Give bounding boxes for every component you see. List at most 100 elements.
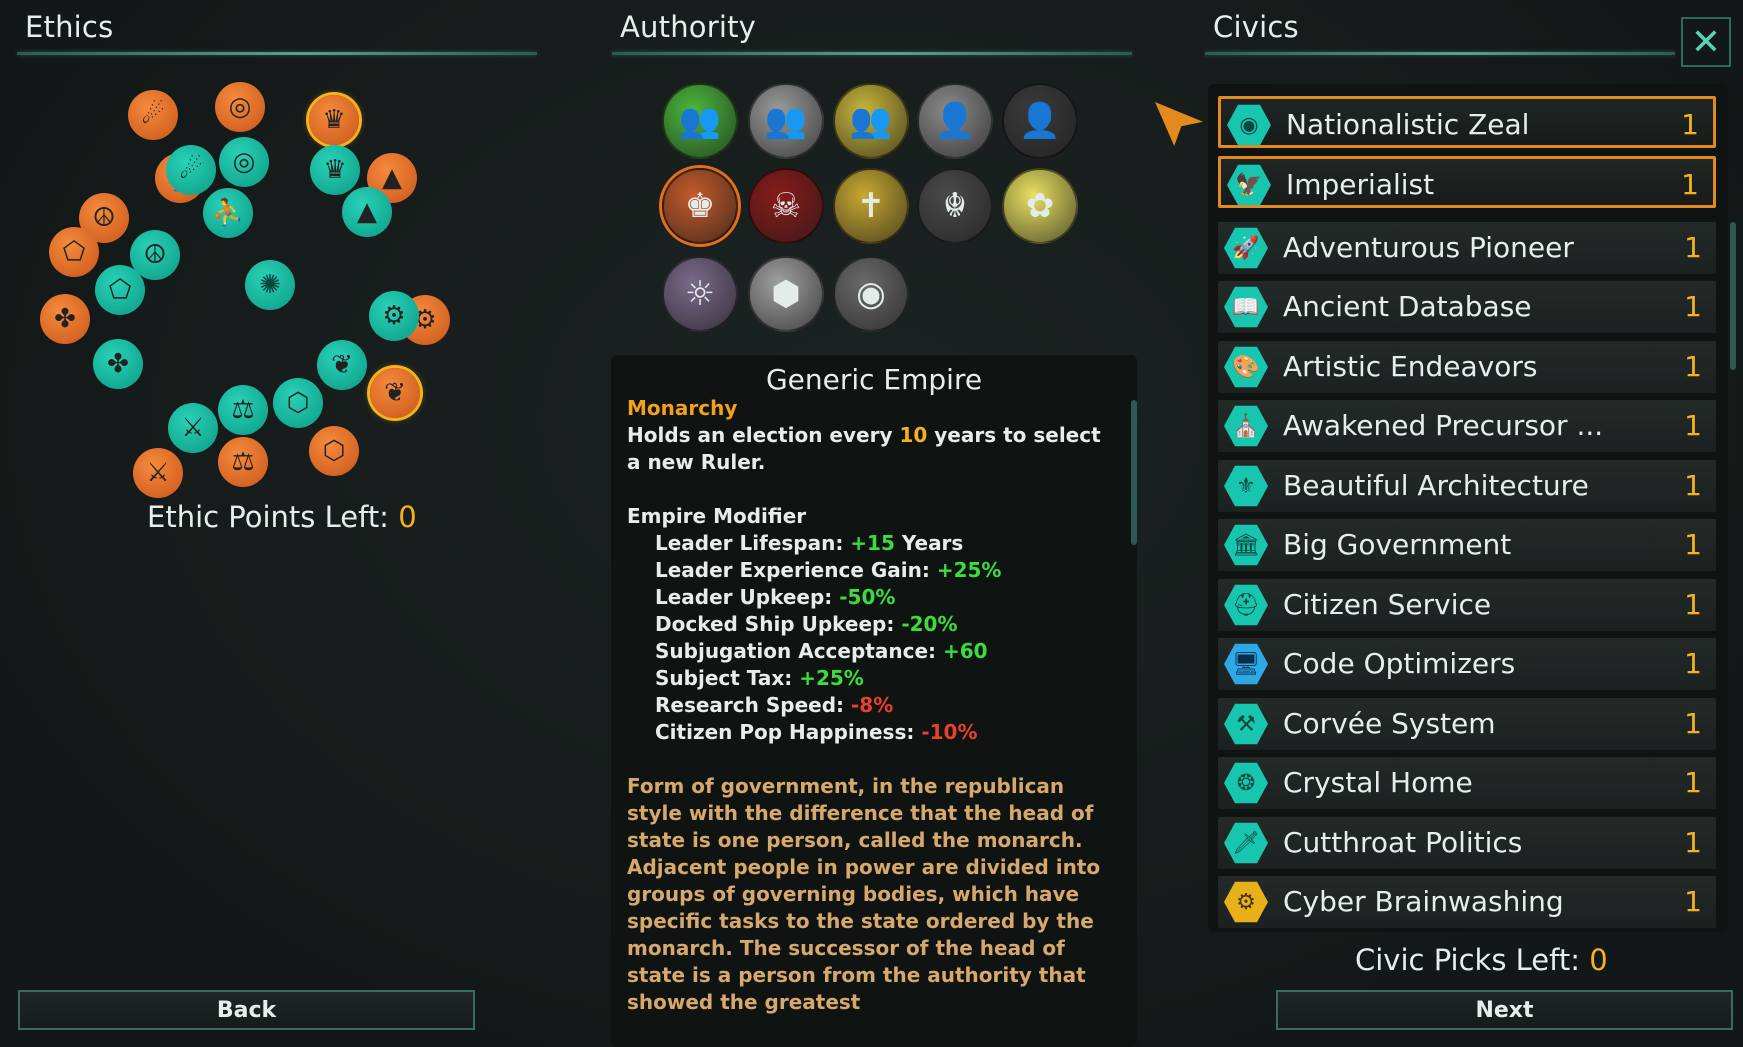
civic-cost: 1 [1684, 647, 1702, 680]
authority-democratic-icon[interactable]: 👥 [662, 83, 738, 159]
empire-name: Generic Empire [765, 363, 983, 396]
civic-icon: ⛪ [1224, 405, 1268, 447]
civic-cost: 1 [1684, 885, 1702, 918]
ethic-fanatic-circle-icon[interactable]: ◎ [215, 82, 265, 132]
modifier-label: Leader Lifespan: [655, 531, 851, 555]
ethic-circle-icon[interactable]: ◎ [219, 137, 269, 187]
ethic-fanatic-triad-icon[interactable]: ✤ [40, 294, 90, 344]
ethic-fanatic-tree-icon[interactable]: ❦ [370, 368, 420, 418]
civic-item[interactable]: 🚀 Adventurous Pioneer 1 [1218, 222, 1716, 274]
civic-icon: ⚙ [1224, 881, 1268, 923]
ethic-fanatic-gestalt-icon[interactable]: ⬡ [309, 426, 359, 476]
modifier-row: Citizen Pop Happiness: -10% [627, 719, 1107, 746]
civic-icon: ⛑ [1224, 584, 1268, 626]
civic-item[interactable]: ⛑ Citizen Service 1 [1218, 579, 1716, 631]
civic-icon: ◉ [1227, 104, 1271, 146]
authority-name: Monarchy [627, 396, 738, 420]
authority-theocracy-icon[interactable]: ✝ [833, 168, 909, 244]
civic-item[interactable]: ⚒ Corvée System 1 [1218, 698, 1716, 750]
summary-pre: Holds an election every [627, 423, 900, 447]
modifier-title: Empire Modifier [627, 504, 807, 528]
civic-name: Ancient Database [1283, 290, 1532, 323]
civic-cost: 1 [1684, 588, 1702, 621]
ethic-fanatic-torch-icon[interactable]: ☄ [128, 90, 178, 140]
ethic-fanatic-authoritarian-icon[interactable]: ♛ [309, 95, 359, 145]
authority-info-panel: Generic Empire Monarchy Holds an electio… [611, 355, 1137, 1047]
authority-oligarchic-icon[interactable]: 👥 [748, 83, 824, 159]
modifier-label: Subjugation Acceptance: [655, 639, 943, 663]
ethic-authoritarian-icon[interactable]: ♛ [310, 145, 360, 195]
modifier-row: Leader Upkeep: -50% [627, 584, 1107, 611]
authority-frogs-icon[interactable]: ✿ [1002, 168, 1078, 244]
ethic-materialist-icon[interactable]: ⚙ [369, 291, 419, 341]
ethic-militarist-icon[interactable]: ⚔ [168, 403, 218, 453]
ethic-xenophobe-icon[interactable]: ▲ [342, 187, 392, 237]
modifier-label: Leader Upkeep: [655, 585, 840, 609]
civic-item[interactable]: 🗡 Cutthroat Politics 1 [1218, 817, 1716, 869]
modifier-value: +60 [942, 639, 988, 663]
civic-item[interactable]: ◉ Nationalistic Zeal 1 [1218, 96, 1716, 148]
info-scrollbar[interactable] [1131, 400, 1137, 545]
civic-icon: ❂ [1224, 762, 1268, 804]
civic-cost: 1 [1684, 290, 1702, 323]
civic-icon: 🚀 [1224, 227, 1268, 269]
civic-item[interactable]: 🖥 Code Optimizers 1 [1218, 638, 1716, 690]
authority-cult-icon[interactable]: ☬ [917, 168, 993, 244]
civics-scrollbar[interactable] [1730, 222, 1736, 370]
ethic-fanatic-xenophile-icon[interactable]: ⬠ [49, 227, 99, 277]
modifier-suffix: Years [894, 531, 964, 555]
ethic-fanatic-egalitarian-icon[interactable]: ⚖ [218, 437, 268, 487]
civic-name: Adventurous Pioneer [1283, 231, 1574, 264]
civic-cost: 1 [1684, 528, 1702, 561]
civic-picks-label: Civic Picks Left: [1355, 943, 1580, 977]
authority-corporate-icon[interactable]: 👤 [1002, 83, 1078, 159]
civic-icon: 🏛 [1224, 524, 1268, 566]
next-button[interactable]: Next [1276, 990, 1733, 1030]
ethic-egalitarian-icon[interactable]: ⚖ [218, 385, 268, 435]
civic-name: Artistic Endeavors [1283, 350, 1538, 383]
civic-item[interactable]: ⛪ Awakened Precursor ... 1 [1218, 400, 1716, 452]
authority-imperial-icon[interactable]: 👤 [917, 83, 993, 159]
ethic-gestalt-icon[interactable]: ⬡ [273, 378, 323, 428]
civic-item[interactable]: 🦅 Imperialist 1 [1218, 156, 1716, 208]
authority-death-icon[interactable]: ☠ [748, 168, 824, 244]
civic-item[interactable]: ❂ Crystal Home 1 [1218, 757, 1716, 809]
civic-icon: 🖥 [1224, 643, 1268, 685]
authority-monarchy-icon[interactable]: ♚ [662, 168, 738, 244]
ethic-spiritualist-icon[interactable]: ⛹ [203, 188, 253, 238]
modifier-value: -10% [921, 720, 978, 744]
civic-name: Crystal Home [1283, 766, 1473, 799]
back-button[interactable]: Back [18, 990, 475, 1030]
civic-cost: 1 [1684, 826, 1702, 859]
civic-item[interactable]: ⚜ Beautiful Architecture 1 [1218, 460, 1716, 512]
ethic-points-left: Ethic Points Left: 0 [147, 500, 417, 534]
ethic-triad-icon[interactable]: ✤ [93, 339, 143, 389]
close-button[interactable]: ✕ [1681, 17, 1731, 67]
modifier-label: Subject Tax: [655, 666, 800, 690]
ethic-points-value: 0 [398, 500, 417, 534]
civic-icon: 🦅 [1227, 164, 1271, 206]
authority-council-icon[interactable]: ☼ [662, 256, 738, 332]
ethic-tree-icon[interactable]: ❦ [317, 340, 367, 390]
authority-machine-icon[interactable]: ◉ [833, 256, 909, 332]
civic-cost: 1 [1681, 168, 1699, 201]
civic-name: Awakened Precursor ... [1283, 409, 1604, 442]
civic-item[interactable]: 📖 Ancient Database 1 [1218, 281, 1716, 333]
civic-name: Nationalistic Zeal [1286, 108, 1530, 141]
civic-item[interactable]: 🏛 Big Government 1 [1218, 519, 1716, 571]
civic-name: Cyber Brainwashing [1283, 885, 1564, 918]
ethics-header-line [17, 52, 537, 55]
ethic-torch-icon[interactable]: ☄ [166, 145, 216, 195]
civic-cost: 1 [1684, 766, 1702, 799]
authority-dictatorial-icon[interactable]: 👥 [833, 83, 909, 159]
civic-item[interactable]: 🎨 Artistic Endeavors 1 [1218, 341, 1716, 393]
ethic-fanatic-militarist-icon[interactable]: ⚔ [133, 448, 183, 498]
modifier-value: -50% [839, 585, 896, 609]
summary-years: 10 [899, 423, 928, 447]
civic-item[interactable]: ⚙ Cyber Brainwashing 1 [1218, 876, 1716, 928]
authority-hive-icon[interactable]: ⬢ [748, 256, 824, 332]
authority-header: Authority [620, 10, 757, 44]
ethic-gestalt-consciousness-icon[interactable]: ✺ [245, 260, 295, 310]
modifier-row: Leader Experience Gain: +25% [627, 557, 1107, 584]
ethic-xenophile-icon[interactable]: ⬠ [95, 265, 145, 315]
